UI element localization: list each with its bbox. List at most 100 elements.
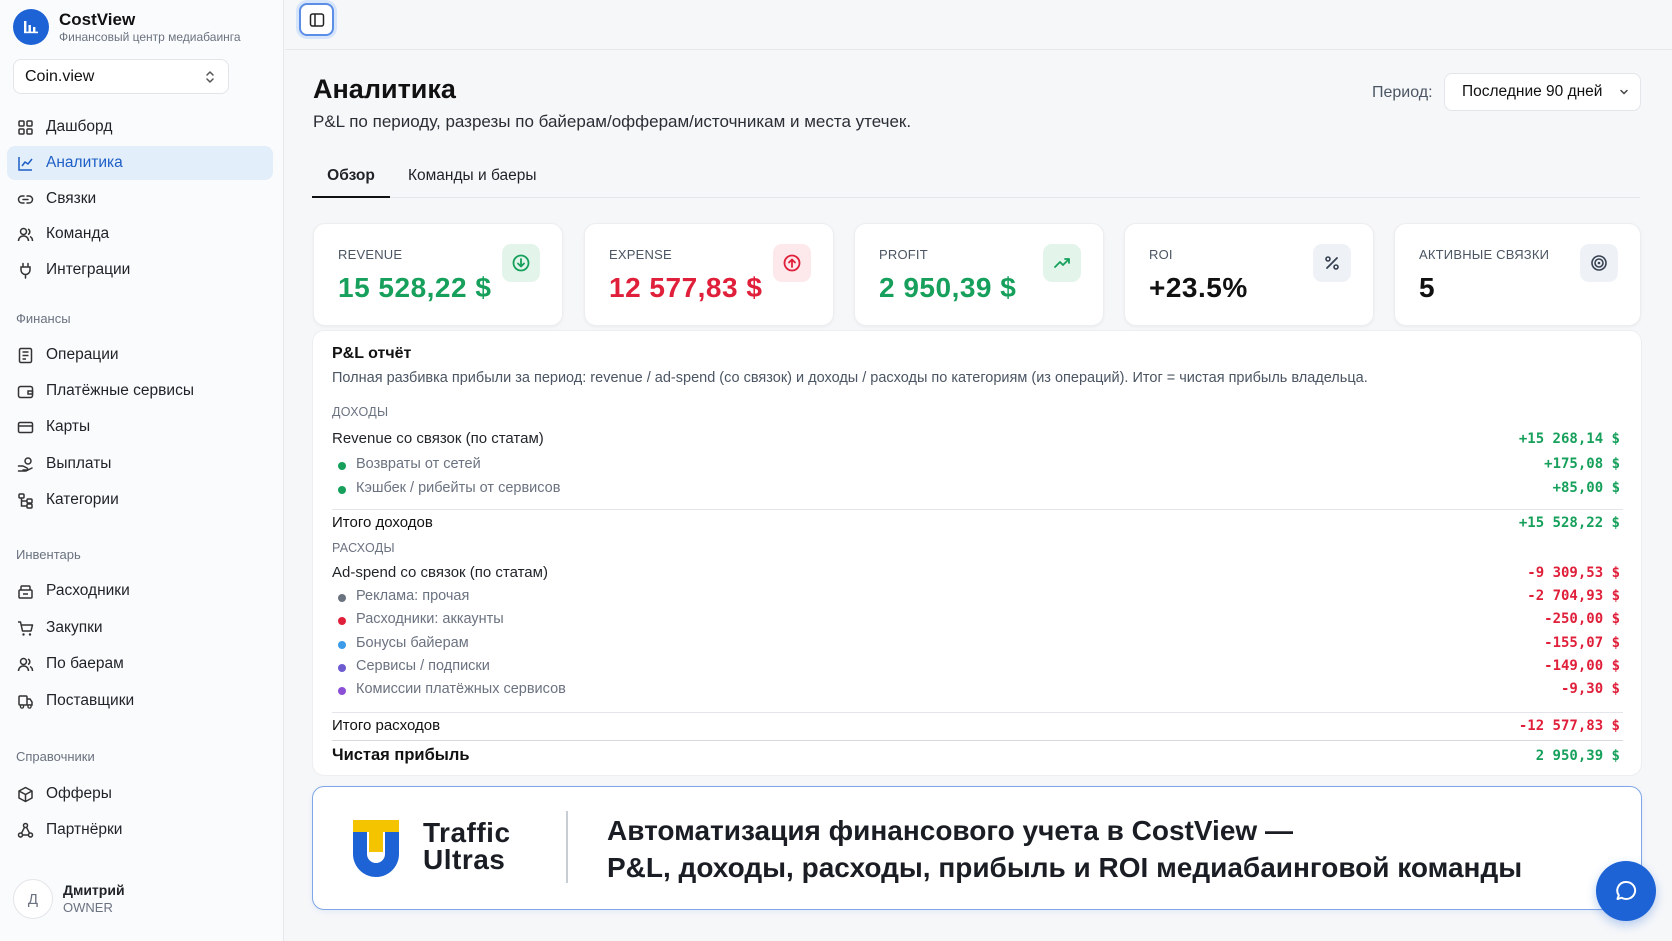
brand[interactable]: CostView Финансовый центр медиабаинга: [13, 9, 241, 45]
sidebar-item-by-buyers[interactable]: По баерам: [7, 647, 273, 681]
banner-brand-line: Ultras: [423, 844, 506, 875]
chart-bar-icon: [13, 9, 49, 45]
users-icon: [17, 657, 34, 671]
sidebar-item-label: Дашборд: [46, 118, 113, 135]
chat-bubble-icon: [1616, 880, 1637, 900]
sidebar-item-payment-services[interactable]: Платёжные сервисы: [7, 374, 273, 408]
kpi-label: АКТИВНЫЕ СВЯЗКИ: [1419, 247, 1550, 262]
link-icon: [17, 194, 34, 204]
sidebar-item-operations[interactable]: Операции: [7, 338, 273, 372]
pl-row-value: -149,00 $: [1544, 658, 1620, 674]
percent-icon: [1313, 244, 1351, 282]
sidebar-item-partners[interactable]: Партнёрки: [7, 813, 273, 847]
pl-row-label: Расходники: аккаунты: [332, 611, 504, 627]
credit-card-icon: [17, 421, 34, 433]
ledger-icon: [18, 347, 33, 363]
sidebar-item-suppliers[interactable]: Поставщики: [7, 684, 273, 718]
kpi-label: EXPENSE: [609, 247, 672, 262]
pl-section-label: РАСХОДЫ: [332, 541, 395, 555]
sidebar-item-team[interactable]: Команда: [7, 217, 273, 251]
sidebar-item-integrations[interactable]: Интеграции: [7, 253, 273, 287]
nav-section-inventory: Инвентарь: [16, 547, 81, 562]
pl-row-income-total: Итого доходов +15 528,22 $: [332, 514, 1620, 531]
panel-left-icon: [309, 12, 324, 27]
kpi-card-profit: PROFIT 2 950,39 $: [854, 223, 1104, 326]
page-subtitle: P&L по периоду, разрезы по байерам/оффер…: [313, 112, 912, 131]
cart-icon: [18, 620, 34, 636]
pl-row-label: Итого доходов: [332, 514, 433, 531]
pl-row-value: -9,30 $: [1560, 681, 1620, 697]
period-select[interactable]: Последние 90 дней: [1444, 73, 1641, 111]
sidebar-item-cards[interactable]: Карты: [7, 410, 273, 444]
pl-row-label: Бонусы байерам: [332, 635, 469, 651]
pl-section-income: ДОХОДЫ: [332, 405, 1620, 419]
sidebar-item-categories[interactable]: Категории: [7, 483, 273, 517]
workspace-value: Coin.view: [25, 67, 95, 85]
tree-icon: [18, 492, 33, 509]
pl-row-value: -250,00 $: [1544, 611, 1620, 627]
sidebar-item-label: Выплаты: [46, 455, 112, 472]
banner-text-line: Автоматизация финансового учета в CostVi…: [607, 815, 1293, 846]
truck-icon: [18, 694, 33, 709]
payout-icon: [17, 456, 33, 472]
pl-row-label: Ad-spend со связок (по статам): [332, 564, 548, 581]
pl-row-value: -12 577,83 $: [1518, 717, 1620, 734]
sidebar-item-links[interactable]: Связки: [7, 182, 273, 216]
chevron-down-icon: [1620, 89, 1628, 95]
dot-icon: [338, 594, 346, 602]
target-icon: [1580, 244, 1618, 282]
sidebar-item-consumables[interactable]: Расходники: [7, 574, 273, 608]
sidebar-item-purchases[interactable]: Закупки: [7, 611, 273, 645]
period-label: Период:: [1372, 84, 1433, 101]
pl-row-label-text: Комиссии платёжных сервисов: [356, 681, 566, 697]
wallet-icon: [17, 385, 34, 398]
chevron-updown-icon: [206, 70, 214, 83]
pl-row-label-text: Кэшбек / рибейты от сервисов: [356, 480, 561, 496]
sidebar-item-label: Интеграции: [46, 261, 131, 278]
chart-line-icon: [18, 156, 33, 171]
pl-row-label: Комиссии платёжных сервисов: [332, 681, 566, 697]
tabs: Обзор Команды и баеры: [312, 160, 1640, 198]
divider: [332, 712, 1623, 713]
user-name: Дмитрий: [63, 881, 125, 898]
nav-section-reference: Справочники: [16, 749, 95, 764]
user-role: OWNER: [63, 899, 113, 915]
sidebar-toggle-button[interactable]: [299, 3, 334, 36]
tab-overview[interactable]: Обзор: [312, 160, 390, 198]
kpi-card-roi: ROI +23.5%: [1124, 223, 1374, 326]
box-icon: [18, 584, 33, 599]
pl-row-net-profit: Чистая прибыль 2 950,39 $: [332, 746, 1620, 765]
pl-row-value: +15 268,14 $: [1518, 430, 1620, 447]
dot-icon: [338, 462, 346, 470]
brand-name: CostView: [59, 9, 136, 29]
sidebar: CostView Финансовый центр медиабаинга Co…: [0, 0, 284, 941]
banner-text-line: P&L, доходы, расходы, прибыль и ROI меди…: [607, 852, 1523, 883]
grid-icon: [18, 119, 33, 135]
trending-up-icon: [1043, 244, 1081, 282]
banner-text: Автоматизация финансового учета в CostVi…: [607, 812, 1522, 886]
users-icon: [17, 227, 34, 241]
arrow-down-circle-icon: [502, 244, 540, 282]
dot-icon: [338, 617, 346, 625]
kpi-card-revenue: REVENUE 15 528,22 $: [313, 223, 563, 326]
kpi-value: +23.5%: [1149, 272, 1248, 303]
avatar: Д: [13, 879, 53, 919]
chat-button[interactable]: [1596, 861, 1656, 921]
pl-row-value: -155,07 $: [1544, 635, 1620, 651]
divider: [332, 740, 1623, 741]
workspace-select[interactable]: Coin.view: [13, 59, 229, 94]
pl-row-value: +15 528,22 $: [1518, 514, 1620, 531]
pl-row-value: +85,00 $: [1552, 480, 1620, 496]
tab-teams-buyers[interactable]: Команды и баеры: [408, 160, 536, 198]
sidebar-item-label: Расходники: [46, 582, 130, 599]
sidebar-item-dashboard[interactable]: Дашборд: [7, 110, 273, 144]
sidebar-item-analytics[interactable]: Аналитика: [7, 146, 273, 180]
package-icon: [18, 786, 33, 802]
sidebar-item-offers[interactable]: Офферы: [7, 777, 273, 811]
pl-section-label: ДОХОДЫ: [332, 405, 389, 419]
user-profile[interactable]: Д Дмитрий OWNER: [13, 879, 125, 919]
pl-row-label-text: Сервисы / подписки: [356, 658, 490, 674]
sidebar-item-payouts[interactable]: Выплаты: [7, 447, 273, 481]
pl-row-expense-total: Итого расходов -12 577,83 $: [332, 717, 1620, 734]
pl-row: Реклама: прочая -2 704,93 $: [332, 588, 1620, 604]
